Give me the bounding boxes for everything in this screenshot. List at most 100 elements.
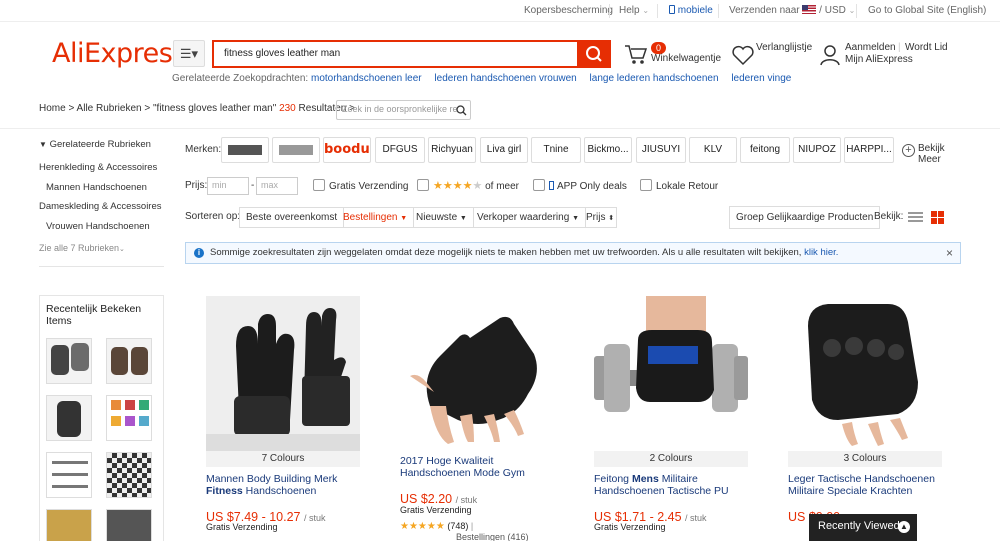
- brand-jiusuyi[interactable]: JIUSUYI: [636, 137, 686, 163]
- recent-item-thumbnail[interactable]: [46, 509, 92, 541]
- price-label: Prijs:: [185, 180, 208, 191]
- recent-item-thumbnail[interactable]: [106, 509, 152, 541]
- brand-logo-2[interactable]: [272, 137, 320, 163]
- product-title[interactable]: Mannen Body Building Merk Fitness Handsc…: [206, 473, 366, 497]
- list-view-icon[interactable]: [908, 211, 923, 223]
- categories-menu-button[interactable]: ☰▾: [173, 40, 205, 67]
- wishlist-button[interactable]: [731, 44, 755, 69]
- product-image[interactable]: [594, 296, 748, 452]
- sidebar-item-women-clothing[interactable]: Dameskleding & Accessoires: [39, 201, 162, 212]
- product-title-part: Mannen Body Building Merk: [206, 473, 338, 485]
- help-menu[interactable]: Help ⌄: [619, 5, 649, 16]
- sort-newest[interactable]: Nieuwste ▼: [410, 207, 474, 228]
- colour-count: 3 Colours: [788, 451, 942, 467]
- divider: [0, 128, 1000, 129]
- brand-klv[interactable]: KLV: [689, 137, 737, 163]
- related-search-link[interactable]: lederen handschoenen vrouwen: [434, 73, 576, 84]
- sidebar-item-men-gloves[interactable]: Mannen Handschoenen: [46, 182, 147, 193]
- product-image[interactable]: [400, 296, 554, 452]
- recent-item-thumbnail[interactable]: [46, 452, 92, 498]
- related-categories-heading[interactable]: ▼ Gerelateerde Rubrieken: [39, 139, 151, 150]
- product-title[interactable]: 2017 Hoge Kwaliteit Handschoenen Mode Gy…: [400, 455, 550, 479]
- product-title[interactable]: Leger Tactische Handschoenen Militaire S…: [788, 473, 943, 497]
- brand-niupoz[interactable]: NIUPOZ: [793, 137, 841, 163]
- rating-filter[interactable]: ★★★★★ of meer: [417, 179, 519, 192]
- related-search-link[interactable]: lange lederen handschoenen: [590, 73, 719, 84]
- cart-icon: [625, 45, 648, 64]
- recent-item-thumbnail[interactable]: [106, 452, 152, 498]
- brand-richyuan[interactable]: Richyuan: [428, 137, 476, 163]
- checkbox[interactable]: [640, 179, 652, 191]
- join-link[interactable]: Wordt Lid: [905, 42, 948, 53]
- account-button[interactable]: [820, 44, 840, 69]
- app-only-filter[interactable]: APP Only deals: [533, 179, 627, 192]
- checkbox[interactable]: [533, 179, 545, 191]
- cart-button[interactable]: [624, 44, 648, 69]
- color-swatch: [111, 416, 121, 426]
- user-icon: [820, 45, 840, 66]
- sidebar-item-men-clothing[interactable]: Herenkleding & Accessoires: [39, 162, 157, 173]
- recent-item-thumbnail[interactable]: [106, 338, 152, 384]
- search-icon[interactable]: [456, 105, 467, 116]
- help-label: Help: [619, 5, 640, 16]
- plus-circle-icon[interactable]: +: [902, 144, 915, 157]
- price-max-input[interactable]: max: [256, 177, 298, 195]
- related-search-link[interactable]: lederen vinge: [731, 73, 791, 84]
- menu-icon: ☰▾: [179, 46, 199, 61]
- sort-seller-rating[interactable]: Verkoper waardering ▼: [471, 207, 586, 228]
- price-min-input[interactable]: min: [207, 177, 249, 195]
- search-within-input[interactable]: Zoek in de oorspronkelijke re: [336, 100, 471, 120]
- breadcrumb-all-categories[interactable]: Alle Rubrieken: [77, 103, 142, 114]
- review-count[interactable]: (748): [447, 521, 468, 531]
- checkbox[interactable]: [313, 179, 325, 191]
- list-line: [908, 220, 923, 222]
- aliexpress-logo[interactable]: AliExpress: [52, 38, 186, 69]
- group-similar-button[interactable]: Groep Gelijkaardige Producten: [729, 206, 881, 229]
- sort-orders[interactable]: Bestellingen ▼: [337, 207, 415, 228]
- brand-feitong[interactable]: feitong: [740, 137, 790, 163]
- search-input[interactable]: fitness gloves leather man: [212, 40, 577, 68]
- brand-logo-boodun[interactable]: boodun: [323, 137, 371, 163]
- cart-label[interactable]: Winkelwagentje: [651, 53, 721, 64]
- buyer-protection-link[interactable]: Kopersbescherming: [524, 5, 613, 16]
- recent-item-thumbnail[interactable]: [106, 395, 152, 441]
- sign-in-link[interactable]: Aanmelden: [845, 42, 896, 53]
- related-searches-label: Gerelateerde Zoekopdrachten:: [172, 73, 309, 84]
- product-title[interactable]: Feitong Mens Militaire Handschoenen Tact…: [594, 473, 744, 497]
- search-button[interactable]: [577, 40, 611, 68]
- my-aliexpress-link[interactable]: Mijn AliExpress: [845, 54, 913, 65]
- recently-viewed-button[interactable]: Recently Viewed ▲: [809, 514, 917, 541]
- related-search-link[interactable]: motorhandschoenen leer: [311, 73, 422, 84]
- recent-item-thumbnail[interactable]: [46, 395, 92, 441]
- local-return-filter[interactable]: Lokale Retour: [640, 179, 718, 192]
- brand-dfgus[interactable]: DFGUS: [375, 137, 425, 163]
- brand-bickmo[interactable]: Bickmo...: [584, 137, 632, 163]
- close-icon[interactable]: ×: [946, 243, 953, 263]
- checkbox[interactable]: [417, 179, 429, 191]
- list-line: [908, 216, 923, 218]
- mobile-link[interactable]: mobiele: [669, 5, 713, 16]
- product-image[interactable]: [788, 296, 942, 452]
- notice-link[interactable]: klik hier.: [804, 247, 838, 258]
- breadcrumb-home[interactable]: Home: [39, 103, 66, 114]
- chevron-down-icon: ⌄: [848, 6, 856, 15]
- wishlist-label[interactable]: Verlanglijstje: [756, 42, 812, 53]
- sort-orders-label: Bestellingen: [343, 212, 398, 223]
- grid-view-icon[interactable]: [931, 211, 944, 224]
- shipping-label: Gratis Verzending: [206, 522, 278, 532]
- brand-logo-1[interactable]: [221, 137, 269, 163]
- ship-to-menu[interactable]: Verzenden naar / USD ⌄: [729, 5, 855, 16]
- recent-item-thumbnail[interactable]: [46, 338, 92, 384]
- sidebar-item-women-gloves[interactable]: Vrouwen Handschoenen: [46, 221, 150, 232]
- brand-liva-girl[interactable]: Liva girl: [480, 137, 528, 163]
- sort-best-match[interactable]: Beste overeenkomst: [239, 207, 345, 228]
- product-image[interactable]: [206, 296, 360, 452]
- sort-price[interactable]: Prijs ⬍: [580, 207, 618, 228]
- product-title-part: Handschoenen: [242, 485, 317, 497]
- global-site-link[interactable]: Go to Global Site (English): [868, 5, 986, 16]
- free-shipping-filter[interactable]: Gratis Verzending: [313, 179, 409, 192]
- brand-tnine[interactable]: Tnine: [531, 137, 581, 163]
- see-more-brands[interactable]: Bekijk Meer: [918, 143, 950, 165]
- brand-harppi[interactable]: HARPPI...: [844, 137, 894, 163]
- see-all-categories-link[interactable]: Zie alle 7 Rubrieken⌄: [39, 243, 125, 253]
